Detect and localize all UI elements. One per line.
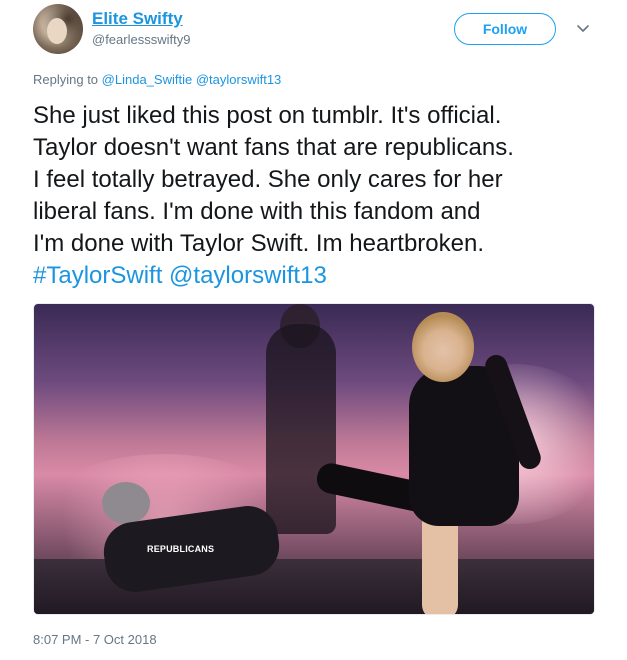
tweet-line: Taylor doesn't want fans that are republ… bbox=[33, 134, 514, 161]
tweet-photo[interactable]: REPUBLICANS bbox=[33, 303, 595, 615]
background-dancer bbox=[266, 324, 336, 534]
replying-to: Replying to @Linda_Swiftie @taylorswift1… bbox=[33, 72, 281, 87]
hashtag-link[interactable]: #TaylorSwift bbox=[33, 262, 162, 289]
tweet-line: liberal fans. I'm done with this fandom … bbox=[33, 198, 481, 225]
tweet-text: She just liked this post on tumblr. It's… bbox=[33, 100, 603, 292]
chevron-down-icon[interactable] bbox=[575, 20, 591, 36]
timestamp[interactable]: 8:07 PM - 7 Oct 2018 bbox=[33, 632, 157, 647]
tweet-line: I'm done with Taylor Swift. Im heartbrok… bbox=[33, 230, 484, 257]
tweet-line: I feel totally betrayed. She only cares … bbox=[33, 166, 503, 193]
fallen-figure-head bbox=[102, 482, 150, 524]
photo-overlay-label: REPUBLICANS bbox=[147, 544, 215, 554]
reply-mention-taylor[interactable]: @taylorswift13 bbox=[196, 72, 281, 87]
screen-name[interactable]: @fearlessswifty9 bbox=[92, 32, 190, 47]
avatar[interactable] bbox=[33, 4, 83, 54]
performer-head bbox=[412, 312, 474, 382]
tweet-line: She just liked this post on tumblr. It's… bbox=[33, 102, 502, 129]
tweet: Elite Swifty @fearlessswifty9 Follow Rep… bbox=[0, 0, 627, 660]
tweet-links-line: #TaylorSwift @taylorswift13 bbox=[33, 260, 603, 292]
reply-mention-linda[interactable]: @Linda_Swiftie bbox=[102, 72, 193, 87]
display-name[interactable]: Elite Swifty bbox=[92, 9, 183, 29]
mention-link[interactable]: @taylorswift13 bbox=[169, 262, 327, 289]
replying-prefix: Replying to bbox=[33, 72, 99, 87]
follow-button[interactable]: Follow bbox=[454, 13, 556, 45]
avatar-face bbox=[47, 18, 67, 44]
